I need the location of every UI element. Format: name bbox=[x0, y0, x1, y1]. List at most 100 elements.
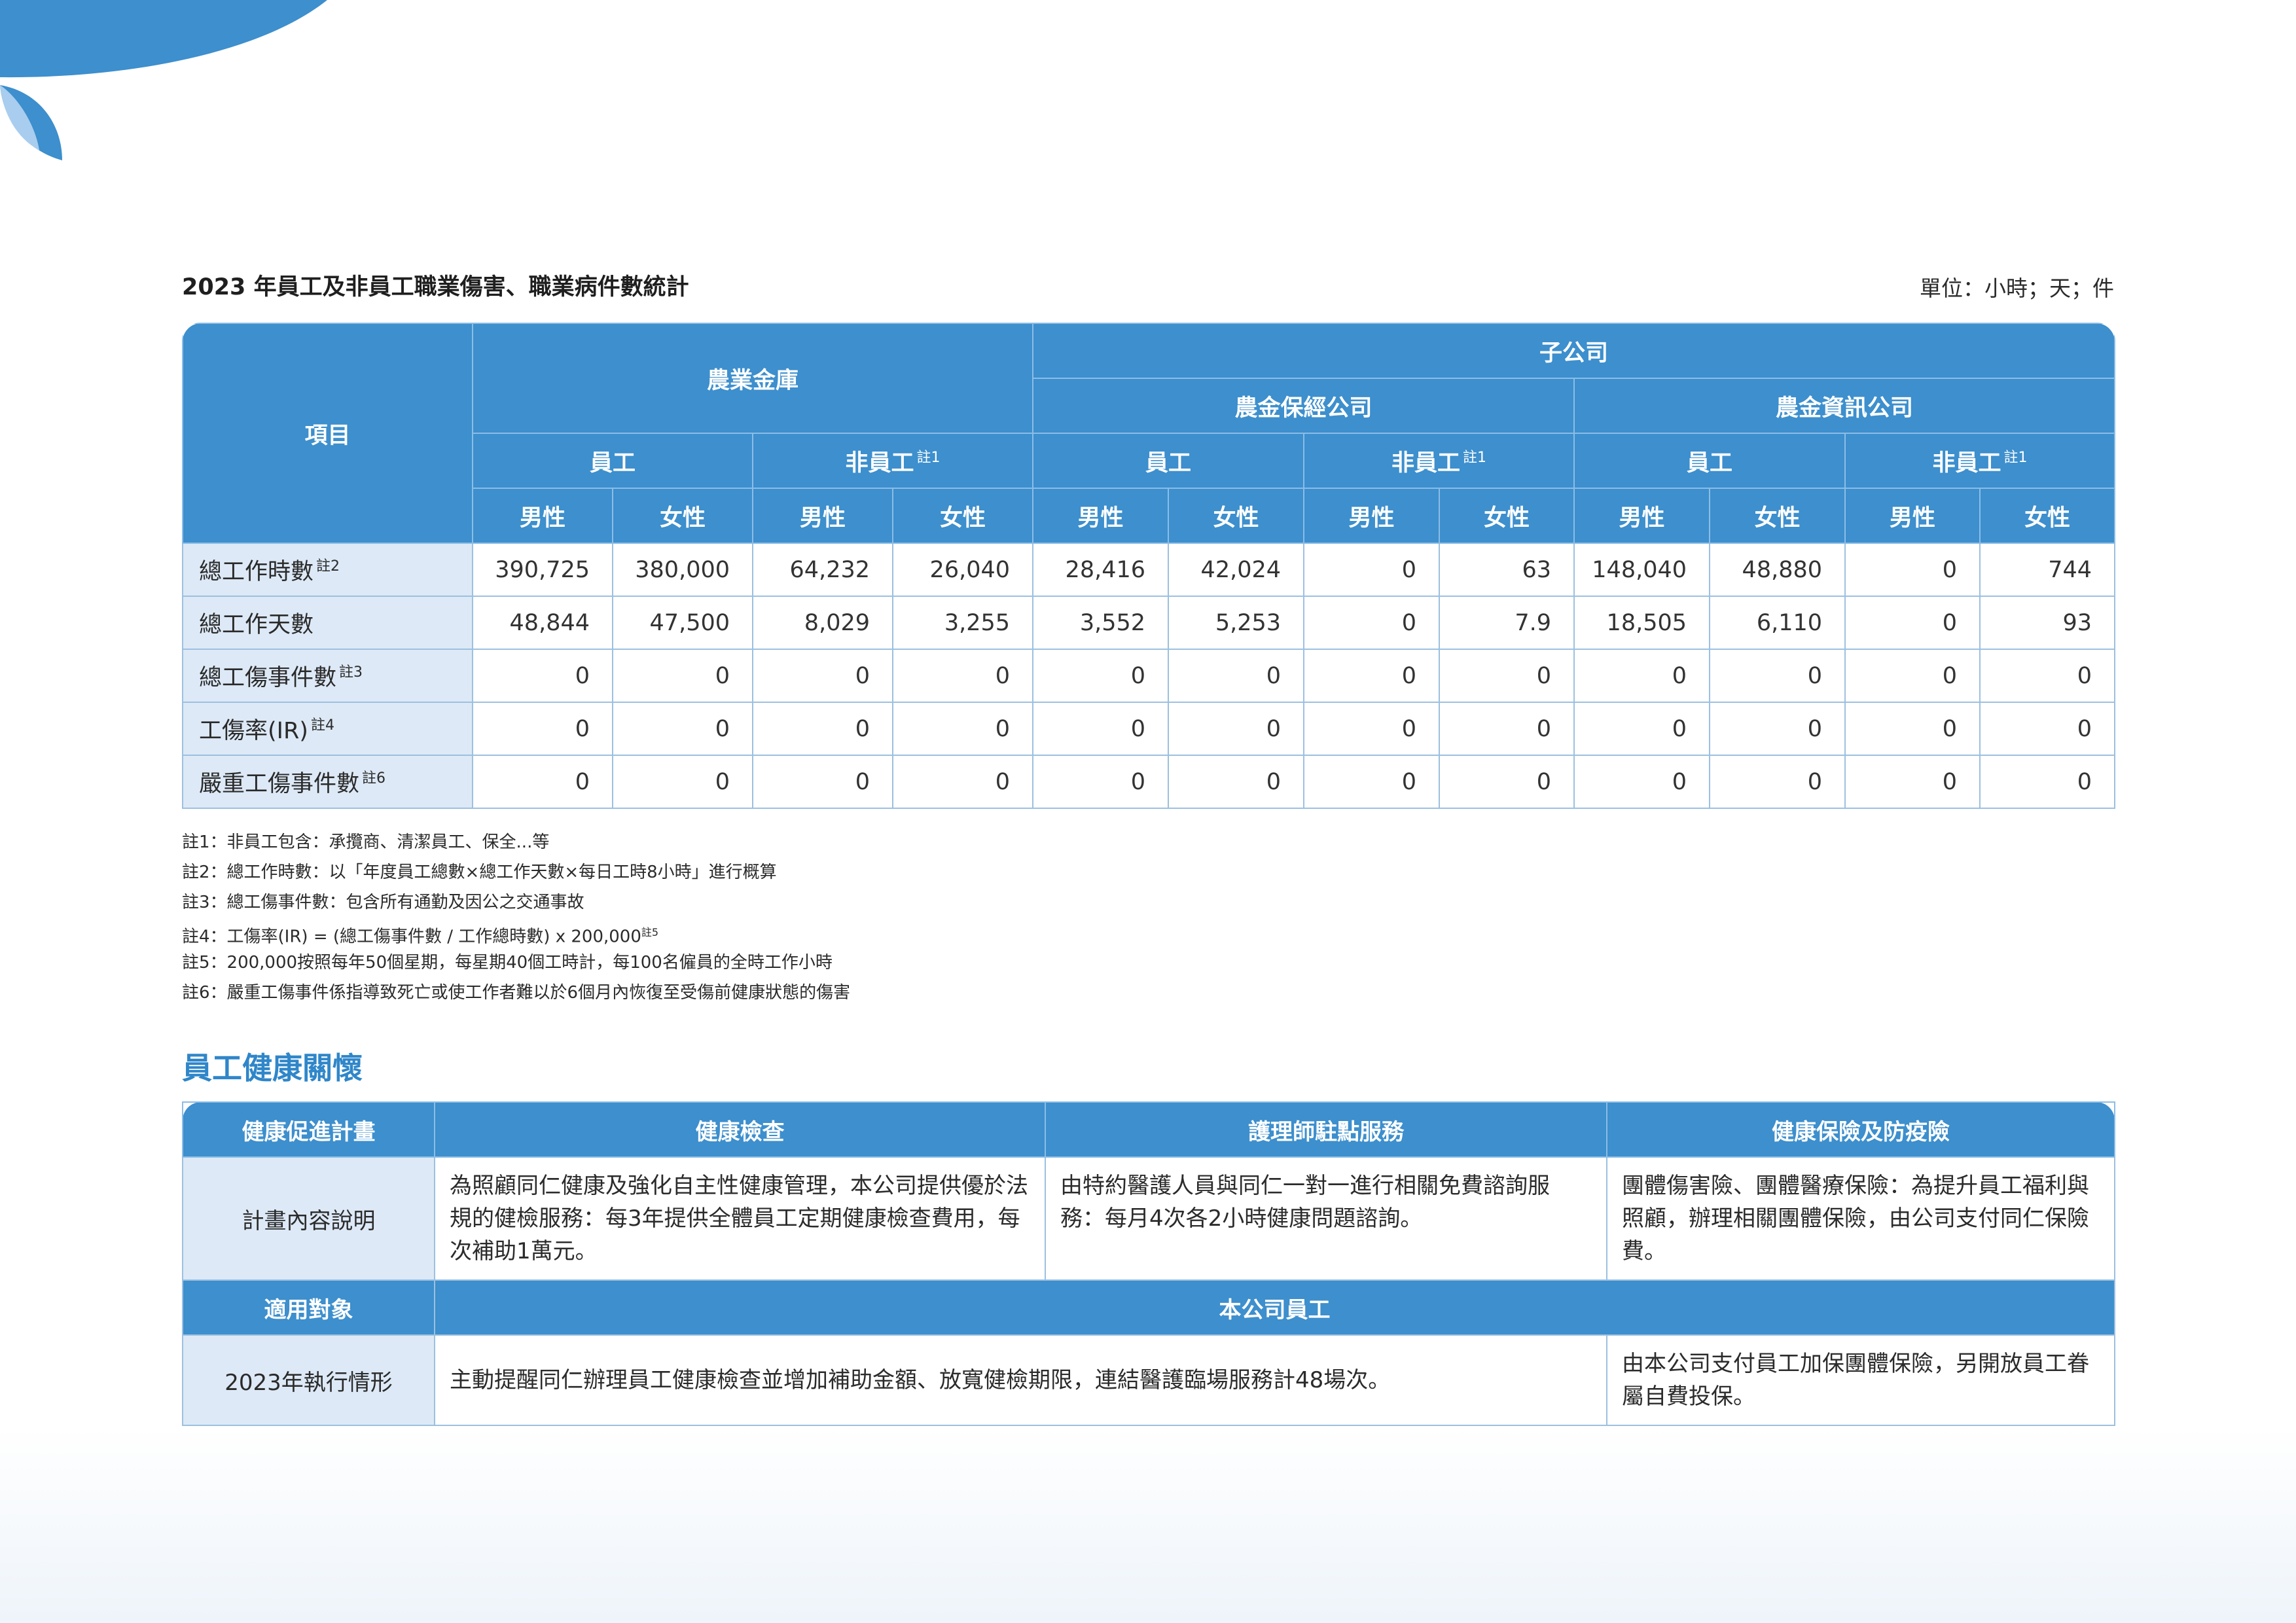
stats-cell: 0 bbox=[472, 755, 613, 809]
stats-cell: 6,110 bbox=[1709, 596, 1846, 650]
stats-row: 總工作時數 註2 390,725 380,000 64,232 26,040 28,416 4… bbox=[182, 543, 2116, 597]
footnote-6: 註6：嚴重工傷事件係指導致死亡或使工作者難以於6個月內恢復至受傷前健康狀態的傷害 bbox=[182, 983, 851, 1003]
stats-cell: 28,416 bbox=[1032, 543, 1170, 597]
stats-cell: 93 bbox=[1979, 596, 2116, 650]
stats-cell: 0 bbox=[1573, 755, 1711, 809]
health-col-program: 健康促進計畫 bbox=[182, 1101, 435, 1158]
stats-cell: 64,232 bbox=[752, 543, 893, 597]
header-subsidiaries: 子公司 bbox=[1032, 323, 2116, 379]
header-company3: 農金資訊公司 bbox=[1573, 378, 2116, 434]
stats-cell: 0 bbox=[1979, 649, 2116, 703]
footnote-1: 註1：非員工包含：承攬商、清潔員工、保全...等 bbox=[182, 832, 550, 852]
stats-cell: 0 bbox=[1439, 649, 1575, 703]
stats-cell: 0 bbox=[891, 755, 1034, 809]
stats-cell: 0 bbox=[1032, 702, 1170, 756]
health-insurance-description: 團體傷害險、團體醫療保險：為提升員工福利與照顧，辦理相關團體保險，由公司支付同仁… bbox=[1606, 1156, 2115, 1281]
stats-row-label: 總工作天數 bbox=[182, 596, 473, 650]
header-company2: 農金保經公司 bbox=[1032, 378, 1575, 434]
stats-cell: 26,040 bbox=[891, 543, 1034, 597]
stats-cell: 0 bbox=[612, 649, 753, 703]
stats-cell: 0 bbox=[752, 702, 893, 756]
stats-cell: 48,880 bbox=[1709, 543, 1846, 597]
header-item: 項目 bbox=[182, 323, 473, 544]
stats-row-label: 工傷率(IR) 註4 bbox=[182, 702, 473, 756]
header-female: 女性 bbox=[891, 488, 1034, 544]
header-female: 女性 bbox=[1168, 488, 1305, 544]
health-nurse-description: 由特約醫護人員與同仁一對一進行相關免費諮詢服務：每月4次各2小時健康問題諮詢。 bbox=[1045, 1156, 1607, 1281]
header-employee: 員工 bbox=[1573, 433, 1846, 489]
stats-cell: 3,552 bbox=[1032, 596, 1170, 650]
stats-cell: 0 bbox=[1844, 543, 1981, 597]
stats-cell: 0 bbox=[1032, 755, 1170, 809]
stats-cell: 0 bbox=[891, 702, 1034, 756]
stats-cell: 0 bbox=[1844, 755, 1981, 809]
health-checkup-description: 為照顧同仁健康及強化自主性健康管理，本公司提供優於法規的健檢服務：每3年提供全體… bbox=[434, 1156, 1046, 1281]
stats-title-row: 2023 年員工及非員工職業傷害、職業病件數統計 單位：小時；天；件 bbox=[182, 268, 2114, 308]
stats-cell: 0 bbox=[1303, 649, 1441, 703]
stats-cell: 0 bbox=[1573, 649, 1711, 703]
health-col-checkup: 健康檢查 bbox=[434, 1101, 1046, 1158]
stats-cell: 0 bbox=[752, 649, 893, 703]
stats-cell: 48,844 bbox=[472, 596, 613, 650]
stats-table: 項目 農業金庫 子公司 農金保經公司 農金資訊公司 員工 非員工 註1 員工 非員… bbox=[182, 323, 2116, 809]
stats-row: 總工作天數 48,844 47,500 8,029 3,255 3,552 5,253 0 7.… bbox=[182, 596, 2116, 650]
stats-cell: 0 bbox=[1979, 702, 2116, 756]
stats-cell: 47,500 bbox=[612, 596, 753, 650]
header-male: 男性 bbox=[1573, 488, 1711, 544]
stats-cell: 0 bbox=[1303, 543, 1441, 597]
header-female: 女性 bbox=[1439, 488, 1575, 544]
stats-cell: 0 bbox=[472, 702, 613, 756]
footnotes: 註1：非員工包含：承攬商、清潔員工、保全...等 註2：總工作時數：以「年度員工… bbox=[182, 827, 850, 1008]
stats-cell: 0 bbox=[1709, 755, 1846, 809]
health-row-target-label: 適用對象 bbox=[182, 1279, 435, 1336]
header-male: 男性 bbox=[1032, 488, 1170, 544]
stats-cell: 0 bbox=[1709, 702, 1846, 756]
stats-title: 2023 年員工及非員工職業傷害、職業病件數統計 bbox=[182, 274, 689, 300]
health-target-value: 本公司員工 bbox=[434, 1279, 2115, 1336]
header-female: 女性 bbox=[1709, 488, 1846, 544]
health-table-container: 健康促進計畫 健康檢查 護理師駐點服務 健康保險及防疫險 計畫內容說明 為照顧同… bbox=[182, 1101, 2115, 1426]
header-male: 男性 bbox=[472, 488, 613, 544]
stats-cell: 18,505 bbox=[1573, 596, 1711, 650]
stats-cell: 0 bbox=[752, 755, 893, 809]
header-employee: 員工 bbox=[1032, 433, 1305, 489]
stats-cell: 0 bbox=[1168, 702, 1305, 756]
stats-cell: 0 bbox=[1844, 596, 1981, 650]
stats-cell: 0 bbox=[1979, 755, 2116, 809]
health-col-insurance: 健康保險及防疫險 bbox=[1606, 1101, 2115, 1158]
stats-cell: 0 bbox=[1439, 755, 1575, 809]
stats-cell: 0 bbox=[1709, 649, 1846, 703]
unit-label: 單位：小時；天；件 bbox=[1920, 276, 2114, 301]
health-table: 健康促進計畫 健康檢查 護理師駐點服務 健康保險及防疫險 計畫內容說明 為照顧同… bbox=[182, 1101, 2115, 1426]
stats-row-label: 總工傷事件數 註3 bbox=[182, 649, 473, 703]
stats-cell: 0 bbox=[1032, 649, 1170, 703]
health-row-description-label: 計畫內容說明 bbox=[182, 1156, 435, 1281]
health-status-insurance: 由本公司支付員工加保團體保險，另開放員工眷屬自費投保。 bbox=[1606, 1334, 2115, 1426]
stats-cell: 63 bbox=[1439, 543, 1575, 597]
header-male: 男性 bbox=[1303, 488, 1441, 544]
stats-cell: 0 bbox=[1844, 702, 1981, 756]
stats-cell: 0 bbox=[1303, 596, 1441, 650]
stats-cell: 0 bbox=[612, 702, 753, 756]
footnote-4: 註4：工傷率(IR) = (總工傷事件數 / 工作總時數) x 200,000註… bbox=[182, 926, 659, 947]
header-company1: 農業金庫 bbox=[471, 323, 1034, 434]
health-section-heading: 員工健康關懷 bbox=[182, 1050, 363, 1086]
stats-row: 總工傷事件數 註3 0 0 0 0 0 0 0 0 0 0 0 0 bbox=[182, 649, 2116, 703]
stats-cell: 380,000 bbox=[612, 543, 753, 597]
stats-row-label: 總工作時數 註2 bbox=[182, 543, 473, 597]
header-non-employee: 非員工 註1 bbox=[1303, 433, 1575, 489]
footnote-2: 註2：總工作時數：以「年度員工總數×總工作天數×每日工時8小時」進行概算 bbox=[182, 863, 777, 882]
stats-cell: 5,253 bbox=[1168, 596, 1305, 650]
stats-cell: 0 bbox=[1303, 755, 1441, 809]
stats-cell: 148,040 bbox=[1573, 543, 1711, 597]
header-non-employee: 非員工 註1 bbox=[1844, 433, 2116, 489]
stats-cell: 390,725 bbox=[472, 543, 613, 597]
stats-row: 工傷率(IR) 註4 0 0 0 0 0 0 0 0 0 0 0 0 bbox=[182, 702, 2116, 756]
stats-cell: 0 bbox=[472, 649, 613, 703]
header-female: 女性 bbox=[1979, 488, 2116, 544]
header-employee: 員工 bbox=[472, 433, 753, 489]
stats-cell: 0 bbox=[1844, 649, 1981, 703]
stats-table-container: 項目 農業金庫 子公司 農金保經公司 農金資訊公司 員工 非員工 註1 員工 非員… bbox=[182, 323, 2116, 809]
health-row-status-label: 2023年執行情形 bbox=[182, 1334, 435, 1426]
header-male: 男性 bbox=[752, 488, 893, 544]
